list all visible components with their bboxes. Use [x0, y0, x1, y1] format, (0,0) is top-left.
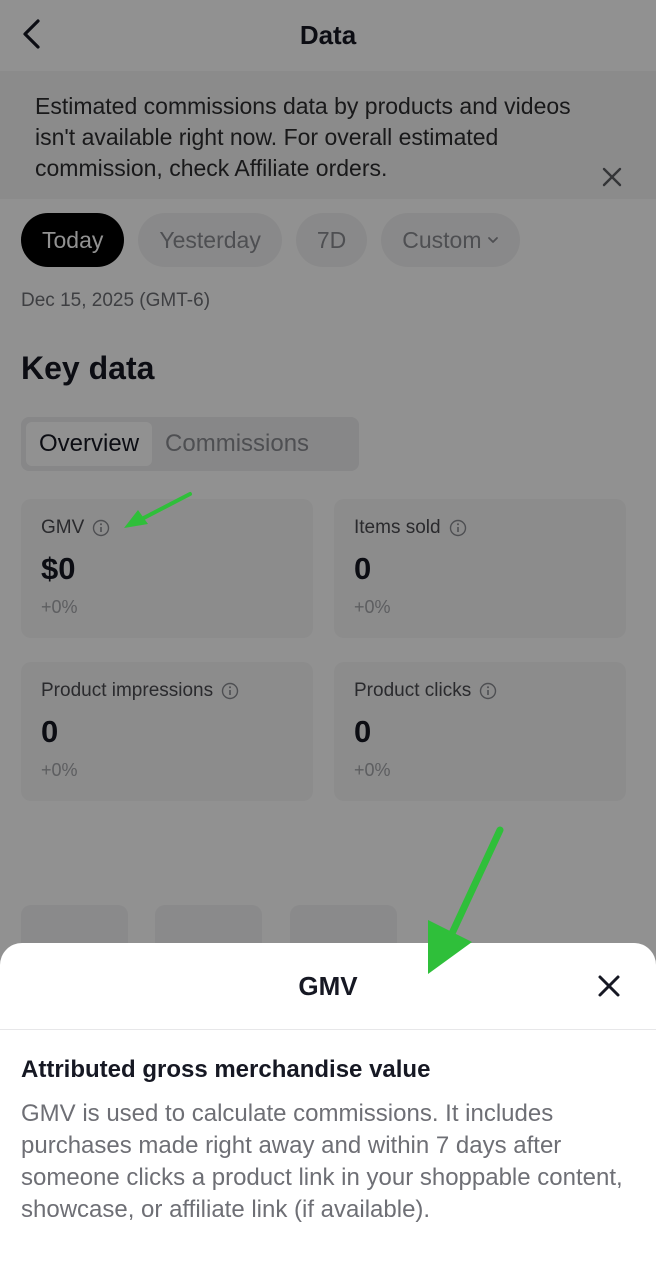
- sheet-description: GMV is used to calculate commissions. It…: [21, 1100, 623, 1223]
- sheet-title: GMV: [298, 970, 358, 1001]
- close-icon: [598, 975, 620, 997]
- sheet-divider: [0, 1029, 656, 1030]
- sheet-close-button[interactable]: [596, 973, 622, 999]
- gmv-info-sheet: GMV Attributed gross merchandise value G…: [0, 943, 656, 1264]
- sheet-heading: Attributed gross merchandise value: [21, 1056, 431, 1083]
